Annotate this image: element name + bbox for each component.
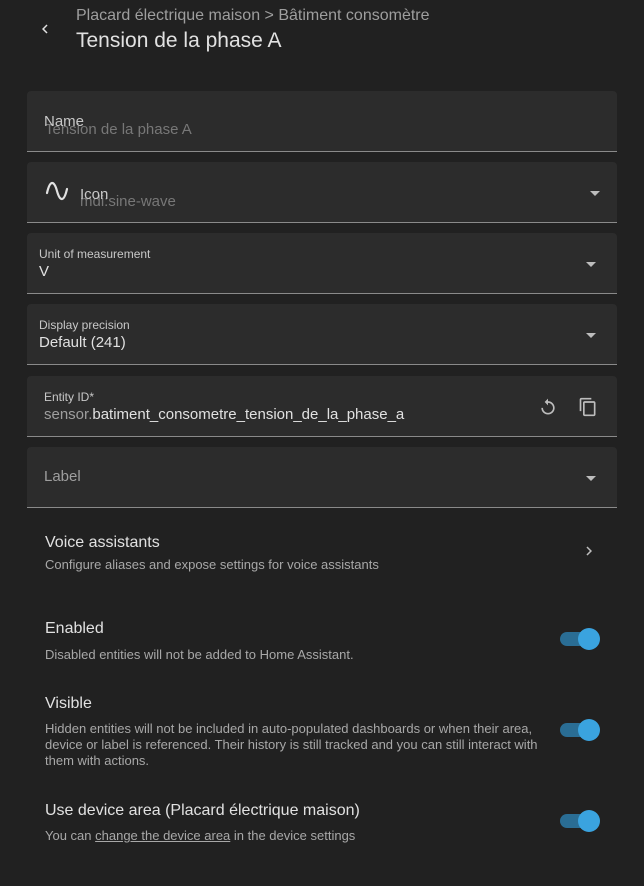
voice-assistants-description: Configure aliases and expose settings fo…	[45, 557, 379, 572]
enabled-description: Disabled entities will not be added to H…	[45, 647, 354, 662]
entity-id-prefix: sensor.	[44, 406, 93, 423]
label-select[interactable]: Label	[27, 447, 617, 508]
device-area-title: Use device area (Placard électrique mais…	[45, 802, 360, 819]
restore-icon[interactable]	[535, 394, 561, 420]
visible-title: Visible	[45, 695, 92, 712]
device-area-desc-after: in the device settings	[230, 828, 356, 843]
caret-down-icon[interactable]	[586, 262, 596, 267]
chevron-left-icon	[42, 24, 48, 34]
name-label: Name	[44, 113, 85, 130]
caret-down-icon[interactable]	[586, 476, 596, 481]
breadcrumb[interactable]: Placard électrique maison > Bâtiment con…	[76, 7, 430, 25]
entity-id-value: sensor.batiment_consometre_tension_de_la…	[44, 406, 404, 423]
sine-wave-icon	[44, 178, 70, 209]
toggle-knob	[578, 810, 600, 832]
unit-value: V	[39, 263, 50, 280]
icon-label: Icon	[80, 186, 109, 203]
name-field[interactable]: Tension de la phase A Name	[27, 91, 617, 152]
enabled-title: Enabled	[45, 620, 104, 637]
icon-picker[interactable]: mdi:sine-wave Icon	[27, 162, 617, 223]
entity-id-field[interactable]: Entity ID* sensor.batiment_consometre_te…	[27, 376, 617, 437]
voice-assistants-row[interactable]: Voice assistants Configure aliases and e…	[27, 520, 617, 584]
device-area-toggle[interactable]	[560, 809, 602, 833]
voice-assistants-title: Voice assistants	[45, 534, 160, 551]
precision-value: Default (241)	[39, 334, 126, 351]
unit-label: Unit of measurement	[39, 247, 151, 261]
toggle-knob	[578, 628, 600, 650]
chevron-right-icon	[580, 542, 598, 565]
back-button[interactable]	[28, 12, 62, 46]
device-area-description: You can change the device area in the de…	[45, 828, 355, 844]
visible-toggle[interactable]	[560, 718, 602, 742]
copy-icon[interactable]	[575, 394, 601, 420]
entity-id-label: Entity ID*	[44, 390, 95, 404]
caret-down-icon[interactable]	[590, 191, 600, 196]
page-title: Tension de la phase A	[76, 29, 282, 52]
change-device-area-link[interactable]: change the device area	[95, 828, 230, 843]
precision-label: Display precision	[39, 318, 130, 332]
label-label: Label	[44, 468, 81, 485]
caret-down-icon[interactable]	[586, 333, 596, 338]
display-precision-select[interactable]: Display precision Default (241)	[27, 304, 617, 365]
unit-of-measurement-select[interactable]: Unit of measurement V	[27, 233, 617, 294]
visible-description: Hidden entities will not be included in …	[45, 721, 538, 768]
enabled-toggle[interactable]	[560, 627, 602, 651]
entity-id-text: batiment_consometre_tension_de_la_phase_…	[92, 406, 405, 423]
device-area-desc-before: You can	[45, 828, 96, 843]
toggle-knob	[578, 719, 600, 741]
